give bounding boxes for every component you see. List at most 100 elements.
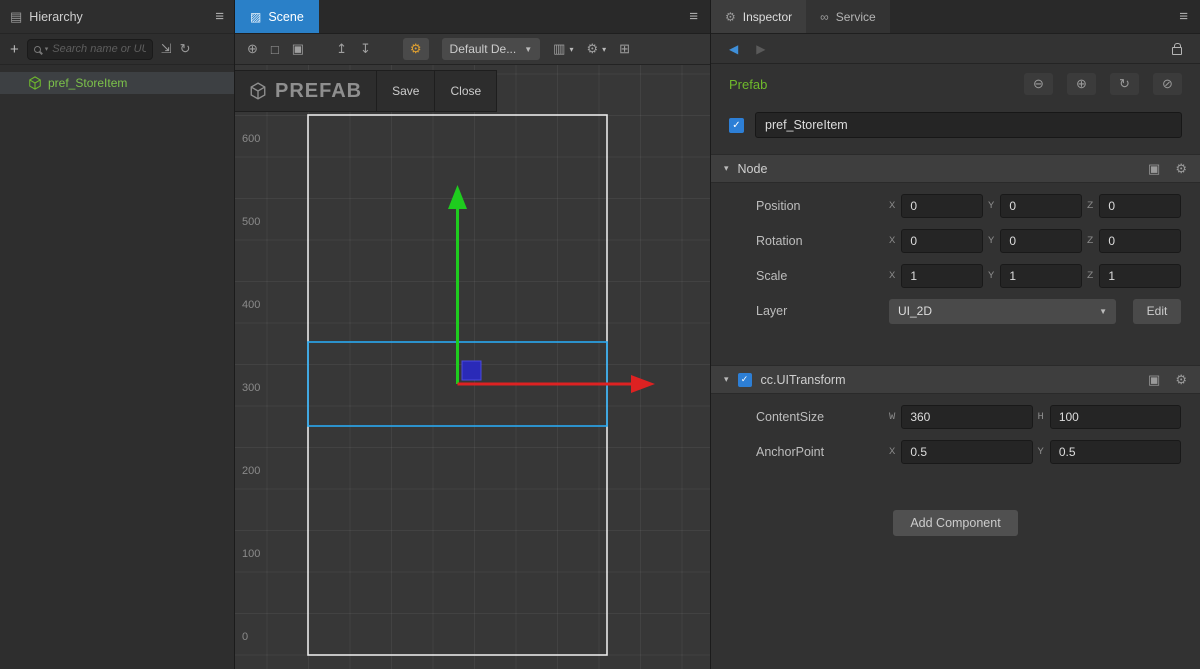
scene-tab-icon: ▨ <box>250 10 261 24</box>
prefab-save-button[interactable]: Save <box>376 71 434 111</box>
axis-y-label: Y <box>988 200 994 212</box>
editor-window: ▤ Hierarchy ≡ + ▾ ⇲ ↻ pref_StoreItem <box>0 0 1200 669</box>
contentsize-w-input[interactable] <box>901 405 1032 429</box>
hierarchy-node-label: pref_StoreItem <box>48 76 127 90</box>
scene-viewport[interactable]: 600 500 400 300 200 100 0 <box>235 65 710 669</box>
chevron-down-icon: ▾ <box>602 45 606 54</box>
zoom-icon[interactable]: ⊕ <box>247 41 258 57</box>
scale-z-input[interactable] <box>1099 264 1181 288</box>
axis-y-label: Y <box>988 270 994 282</box>
gizmo-settings-button[interactable]: ⚙ <box>403 38 429 60</box>
axis-x-label: X <box>889 270 895 282</box>
prefab-close-button[interactable]: Close <box>434 71 496 111</box>
tab-service[interactable]: ∞ Service <box>806 0 890 33</box>
prefab-cube-icon <box>28 76 42 90</box>
prefab-apply-icon[interactable]: ⊘ <box>1153 73 1182 95</box>
hierarchy-panel-icon: ▤ <box>10 9 22 25</box>
tab-scene[interactable]: ▨ Scene <box>235 0 319 33</box>
axis-z-label: Z <box>1087 270 1093 282</box>
inspector-menu-icon[interactable]: ≡ <box>1179 8 1188 25</box>
service-tab-icon: ∞ <box>820 10 829 24</box>
uitransform-enabled-checkbox[interactable]: ✓ <box>738 373 752 387</box>
hierarchy-node-pref-storeitem[interactable]: pref_StoreItem <box>0 72 234 94</box>
collapse-arrow-icon[interactable]: ▾ <box>724 163 729 174</box>
contentsize-label: ContentSize <box>756 410 889 424</box>
search-filter-arrow-icon[interactable]: ▾ <box>45 45 49 53</box>
history-forward-icon[interactable]: ▶ <box>756 42 765 56</box>
axis-y-label: Y <box>988 235 994 247</box>
prefab-cube-icon <box>249 82 267 100</box>
scene-gizmo-overlay[interactable] <box>235 65 710 669</box>
anchorpoint-x-input[interactable] <box>901 440 1032 464</box>
frame-all-icon[interactable]: ▣ <box>292 41 304 57</box>
position-label: Position <box>756 199 889 213</box>
rotation-x-input[interactable] <box>901 229 983 253</box>
service-tab-label: Service <box>836 10 876 24</box>
frame-selection-icon[interactable]: □ <box>271 42 279 57</box>
hierarchy-panel: ▤ Hierarchy ≡ + ▾ ⇲ ↻ pref_StoreItem <box>0 0 235 669</box>
scale-x-input[interactable] <box>901 264 983 288</box>
rotation-fields: X Y Z <box>889 229 1181 253</box>
position-x-input[interactable] <box>901 194 983 218</box>
axis-x-label: X <box>889 235 895 247</box>
scene-settings-dropdown[interactable]: ⚙ ▾ <box>586 41 606 57</box>
lock-icon[interactable] <box>1172 47 1182 55</box>
collapse-arrow-icon[interactable]: ▾ <box>724 374 729 385</box>
layer-fields: UI_2D ▼ Edit <box>889 299 1181 324</box>
hierarchy-search-input[interactable] <box>52 43 145 55</box>
grid-toggle-icon[interactable]: ⊞ <box>619 41 630 57</box>
camera-device-dropdown[interactable]: Default De... ▼ <box>442 38 541 60</box>
search-icon <box>34 46 41 53</box>
scene-tab-label: Scene <box>268 10 303 24</box>
expand-all-icon[interactable]: ⇲ <box>161 41 172 57</box>
scale-fields: X Y Z <box>889 264 1181 288</box>
node-name-input[interactable] <box>755 112 1182 138</box>
prefab-restore-icon[interactable]: ↻ <box>1110 73 1139 95</box>
tab-inspector[interactable]: ⚙ Inspector <box>711 0 806 33</box>
layer-dropdown[interactable]: UI_2D ▼ <box>889 299 1116 324</box>
align-bottom-icon[interactable]: ↧ <box>360 41 371 57</box>
align-top-icon[interactable]: ↥ <box>336 41 347 57</box>
scene-menu-icon[interactable]: ≡ <box>689 8 698 25</box>
position-y-input[interactable] <box>1000 194 1082 218</box>
refresh-icon[interactable]: ↻ <box>180 41 191 57</box>
hierarchy-menu-icon[interactable]: ≡ <box>215 8 224 25</box>
copy-values-icon[interactable]: ▣ <box>1148 372 1160 388</box>
anchorpoint-y-input[interactable] <box>1050 440 1181 464</box>
prefab-locate-icon[interactable]: ⊕ <box>1067 73 1096 95</box>
prefab-asset-row: Prefab ⊖ ⊕ ↻ ⊘ <box>711 64 1200 104</box>
uitransform-section-ops: ▣ ⚙ <box>1148 372 1187 388</box>
prefab-unlink-icon[interactable]: ⊖ <box>1024 73 1053 95</box>
node-section-body: Position X Y Z Rotation X Y Z <box>711 183 1200 335</box>
node-settings-icon[interactable]: ⚙ <box>1175 161 1187 177</box>
copy-values-icon[interactable]: ▣ <box>1148 161 1160 177</box>
uitransform-section-header[interactable]: ▾ ✓ cc.UITransform ▣ ⚙ <box>711 365 1200 394</box>
hierarchy-search-box[interactable]: ▾ <box>27 39 153 60</box>
node-name-row: ✓ <box>711 112 1200 138</box>
node-section-ops: ▣ ⚙ <box>1148 161 1187 177</box>
position-z-input[interactable] <box>1099 194 1181 218</box>
node-active-checkbox[interactable]: ✓ <box>729 118 744 133</box>
add-node-button[interactable]: + <box>10 41 19 58</box>
add-component-button[interactable]: Add Component <box>893 510 1017 536</box>
prefab-operations: ⊖ ⊕ ↻ ⊘ <box>1024 73 1182 95</box>
uitransform-section-body: ContentSize W H AnchorPoint X Y <box>711 394 1200 476</box>
prefab-edit-bar: PREFAB Save Close <box>235 70 497 112</box>
prefab-asset-label: Prefab <box>729 77 767 92</box>
axis-z-label: Z <box>1087 200 1093 212</box>
history-back-icon[interactable]: ◀ <box>729 42 738 56</box>
inspector-tabbar: ⚙ Inspector ∞ Service ≡ <box>711 0 1200 34</box>
node-section-header[interactable]: ▾ Node ▣ ⚙ <box>711 154 1200 183</box>
layer-edit-button[interactable]: Edit <box>1133 299 1181 324</box>
layer-label: Layer <box>756 304 889 318</box>
scale-y-input[interactable] <box>1000 264 1082 288</box>
rotation-y-input[interactable] <box>1000 229 1082 253</box>
rotation-z-input[interactable] <box>1099 229 1181 253</box>
scene-toolbar: ⊕ □ ▣ ↥ ↧ ⚙ Default De... ▼ ▥ ▾ ⚙ ▾ ⊞ <box>235 34 710 65</box>
anchorpoint-row: AnchorPoint X Y <box>711 439 1200 465</box>
layer-row: Layer UI_2D ▼ Edit <box>711 298 1200 324</box>
view-mode-dropdown[interactable]: ▥ ▾ <box>553 41 573 57</box>
component-settings-icon[interactable]: ⚙ <box>1175 372 1187 388</box>
chevron-down-icon: ▼ <box>1099 307 1107 316</box>
contentsize-h-input[interactable] <box>1050 405 1181 429</box>
